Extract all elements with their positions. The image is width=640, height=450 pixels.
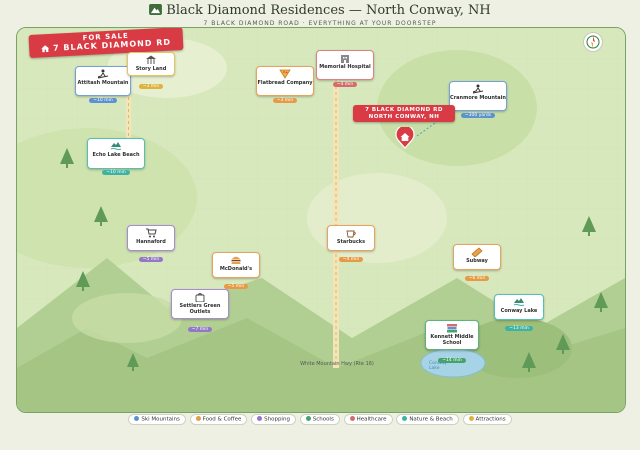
place-name: Flatbread Company bbox=[257, 80, 313, 86]
lake-icon bbox=[110, 142, 122, 150]
lake-icon bbox=[513, 298, 525, 306]
place-name: Cranmore Mountain bbox=[450, 95, 506, 101]
drive-time-badge: ~4 min bbox=[338, 257, 364, 262]
legend-item-nature[interactable]: Nature & Beach bbox=[396, 414, 459, 425]
drive-time-badge: ~4 min bbox=[332, 82, 358, 87]
place-card-mcdonalds[interactable]: McDonald's ~5 min bbox=[212, 252, 260, 289]
drive-time-badge: ~5 min bbox=[138, 257, 164, 262]
legend-item-shopping[interactable]: Shopping bbox=[251, 414, 296, 425]
page-subtitle: 7 BLACK DIAMOND ROAD · EVERYTHING AT YOU… bbox=[203, 20, 437, 27]
skier-icon bbox=[97, 69, 109, 79]
sandwich-icon bbox=[471, 247, 483, 257]
legend-dot bbox=[468, 416, 474, 421]
lake-label: Conway Lake bbox=[429, 361, 447, 371]
title-text: Black Diamond Residences — North Conway,… bbox=[166, 3, 491, 18]
place-name: Kennett Middle School bbox=[430, 334, 474, 346]
place-name: Attitash Mountain bbox=[77, 80, 129, 86]
place-card-story-land[interactable]: Story Land ~3 min bbox=[127, 52, 175, 89]
mountain-icon bbox=[149, 4, 163, 15]
place-card-attitash[interactable]: Attitash Mountain ~10 min bbox=[75, 66, 131, 103]
place-card-flatbread[interactable]: Flatbread Company ~3 min bbox=[256, 66, 314, 103]
coffee-icon bbox=[346, 230, 356, 238]
legend-item-healthcare[interactable]: Healthcare bbox=[343, 414, 393, 425]
skier-icon bbox=[472, 84, 484, 94]
legend-label: Food & Coffee bbox=[202, 416, 242, 423]
legend-dot bbox=[257, 416, 263, 421]
place-name: McDonald's bbox=[219, 266, 253, 272]
property-address-line2: NORTH CONWAY, NH bbox=[368, 113, 440, 120]
place-card-echo-lake[interactable]: Echo Lake Beach ~10 min bbox=[87, 138, 145, 175]
drive-time-badge: ~3 min bbox=[138, 84, 164, 89]
place-name: Hannaford bbox=[136, 239, 166, 245]
place-card-subway[interactable]: Subway ~6 min bbox=[453, 244, 501, 281]
legend-label: Attractions bbox=[475, 416, 506, 423]
legend-item-ski[interactable]: Ski Mountains bbox=[128, 414, 186, 425]
place-card-kennett[interactable]: Kennett Middle School ~14 min bbox=[425, 320, 479, 363]
place-name: Starbucks bbox=[336, 239, 366, 245]
place-name: Memorial Hospital bbox=[319, 64, 371, 70]
highway-label: White Mountain Hwy (Rte 16) bbox=[300, 361, 374, 367]
lake-label-line2: Lake bbox=[429, 366, 440, 371]
place-name: Story Land bbox=[135, 66, 167, 72]
place-name: Conway Lake bbox=[500, 308, 538, 314]
legend-item-schools[interactable]: Schools bbox=[299, 414, 340, 425]
cart-icon bbox=[146, 228, 157, 238]
pizza-icon bbox=[279, 69, 291, 79]
legend-dot bbox=[195, 416, 201, 421]
legend-item-attractions[interactable]: Attractions bbox=[462, 414, 512, 425]
burger-icon bbox=[231, 256, 241, 264]
place-name: Echo Lake Beach bbox=[92, 152, 140, 158]
drive-time-badge: ~13 min bbox=[505, 326, 533, 331]
books-icon bbox=[447, 324, 457, 333]
page-title: Black Diamond Residences — North Conway,… bbox=[0, 3, 640, 18]
legend-dot bbox=[305, 416, 311, 421]
legend-dot bbox=[402, 416, 408, 421]
place-card-conway-lake[interactable]: Conway Lake ~13 min bbox=[494, 294, 544, 331]
place-card-hannaford[interactable]: Hannaford ~5 min bbox=[127, 225, 175, 262]
legend-label: Shopping bbox=[264, 416, 290, 423]
legend-item-food[interactable]: Food & Coffee bbox=[189, 414, 248, 425]
legend-label: Healthcare bbox=[356, 416, 387, 423]
place-card-settlers-green[interactable]: Settlers Green Outlets ~7 min bbox=[171, 289, 229, 332]
property-address-line1: 7 BLACK DIAMOND RD bbox=[365, 106, 443, 113]
legend-label: Schools bbox=[312, 416, 334, 423]
compass-icon bbox=[583, 32, 603, 52]
place-card-cranmore[interactable]: Cranmore Mountain ~300 yards bbox=[449, 81, 507, 118]
shopping-bag-icon bbox=[195, 293, 205, 302]
legend-label: Ski Mountains bbox=[141, 416, 180, 423]
place-name: Settlers Green Outlets bbox=[179, 303, 221, 315]
drive-time-badge: ~5 min bbox=[223, 284, 249, 289]
property-pin-icon[interactable] bbox=[395, 127, 415, 149]
drive-time-badge: ~10 min bbox=[102, 170, 130, 175]
drive-time-badge: ~6 min bbox=[464, 276, 490, 281]
place-name: Subway bbox=[466, 258, 488, 264]
neighborhood-map[interactable]: FOR SALE 7 BLACK DIAMOND RD Attitash Mou… bbox=[16, 27, 626, 413]
legend-label: Nature & Beach bbox=[409, 416, 453, 423]
drive-time-badge: ~10 min bbox=[89, 98, 117, 103]
legend-dot bbox=[349, 416, 355, 421]
carousel-icon bbox=[146, 55, 156, 64]
drive-time-badge: ~7 min bbox=[187, 327, 213, 332]
drive-time-badge: ~300 yards bbox=[460, 113, 496, 118]
hospital-icon bbox=[341, 55, 349, 63]
home-icon bbox=[41, 45, 50, 53]
property-address-label: 7 BLACK DIAMOND RD NORTH CONWAY, NH bbox=[353, 105, 455, 122]
map-legend: Ski Mountains Food & Coffee Shopping Sch… bbox=[0, 414, 640, 425]
place-card-memorial-hospital[interactable]: Memorial Hospital ~4 min bbox=[316, 50, 374, 87]
place-card-starbucks[interactable]: Starbucks ~4 min bbox=[327, 225, 375, 262]
legend-dot bbox=[134, 416, 140, 421]
drive-time-badge: ~3 min bbox=[272, 98, 298, 103]
